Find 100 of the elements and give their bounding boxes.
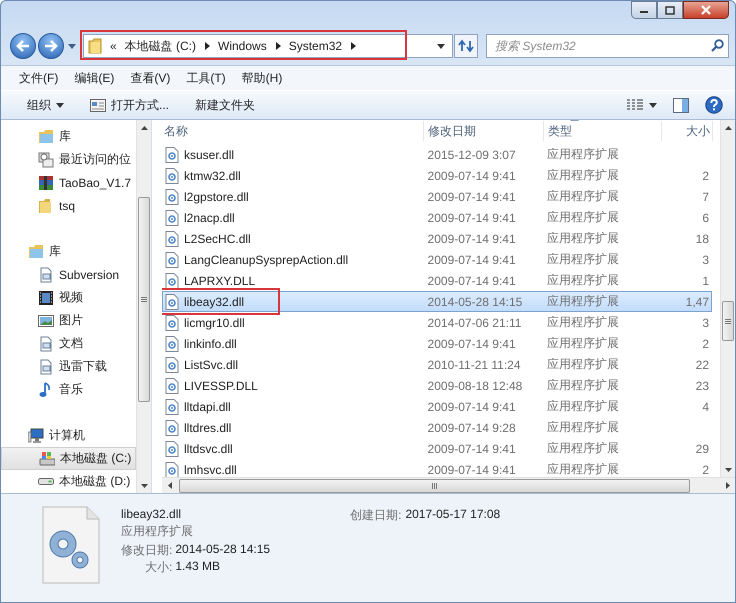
file-size: 3 [701, 316, 710, 330]
file-row[interactable]: libeay32.dll 2014-05-28 14:15 应用程序扩展 1,47 [162, 291, 712, 312]
nav-item[interactable]: 本地磁盘 (D:) [1, 470, 136, 493]
caret-icon [649, 102, 657, 108]
document-icon [38, 266, 54, 282]
help-button[interactable] [703, 94, 725, 116]
file-name: ktmw32.dll [184, 168, 241, 182]
file-type: 应用程序扩展 [546, 293, 620, 310]
file-row[interactable]: lmhsvc.dll 2009-07-14 9:41 应用程序扩展 2 [162, 459, 712, 477]
menu-item[interactable]: 查看(V) [124, 68, 178, 88]
file-name: licmgr10.dll [184, 316, 245, 330]
nav-item[interactable]: 音乐 [1, 378, 136, 401]
file-name: l2gpstore.dll [184, 190, 249, 204]
field-value: 1.43 MB [175, 559, 222, 575]
file-row[interactable]: LAPRXY.DLL 2009-07-14 9:41 应用程序扩展 1 [162, 270, 712, 291]
nav-item[interactable]: TaoBao_V1.7 [1, 171, 136, 194]
nav-item[interactable]: 迅雷下载 [1, 355, 136, 378]
close-button[interactable] [683, 1, 729, 19]
help-icon [705, 96, 723, 114]
file-size: 2 [701, 168, 710, 182]
nav-item[interactable]: 库 [1, 125, 136, 148]
field-label: 修改日期: [121, 542, 172, 559]
scroll-thumb[interactable] [179, 478, 690, 492]
nav-item[interactable]: 图片 [1, 309, 136, 332]
toolbar-button[interactable]: 新建文件夹 [187, 92, 264, 118]
maximize-button[interactable] [657, 1, 683, 19]
file-row[interactable]: lltdsvc.dll 2009-07-14 9:41 应用程序扩展 29 [162, 438, 712, 459]
refresh-button[interactable] [454, 34, 478, 58]
modified-date: 2009-07-14 9:41 [426, 442, 517, 456]
file-size: 4 [701, 400, 710, 414]
minimize-button[interactable] [631, 1, 657, 19]
file-name: LangCleanupSysprepAction.dll [184, 252, 348, 266]
file-row[interactable]: l2nacp.dll 2009-07-14 9:41 应用程序扩展 6 [162, 207, 712, 228]
dll-file-icon [165, 252, 179, 268]
document-icon [38, 336, 54, 352]
file-row[interactable]: LangCleanupSysprepAction.dll 2009-07-14 9:41 应用程序扩展 3 [162, 249, 712, 270]
file-name: LAPRXY.DLL [184, 274, 256, 288]
file-type: 应用程序扩展 [546, 230, 620, 247]
nav-item[interactable]: 最近访问的位 [1, 148, 136, 171]
file-type: 应用程序扩展 [121, 523, 194, 540]
file-size: 1,47 [684, 294, 710, 308]
breadcrumb-item[interactable]: Windows [218, 39, 267, 53]
file-size: 7 [701, 190, 710, 204]
overflow-chevron[interactable]: « [110, 39, 117, 53]
file-row[interactable]: L2SecHC.dll 2009-07-14 9:41 应用程序扩展 18 [162, 228, 712, 249]
file-name: linkinfo.dll [184, 336, 237, 350]
breadcrumb-item[interactable]: 本地磁盘 (C:) [124, 38, 196, 54]
file-row[interactable]: ListSvc.dll 2010-11-21 11:24 应用程序扩展 22 [162, 354, 712, 375]
menu-item[interactable]: 工具(T) [180, 68, 234, 88]
forward-button[interactable] [38, 33, 64, 59]
nav-group-header[interactable]: 计算机 [1, 424, 136, 447]
arrow-icon [205, 42, 210, 50]
nav-item[interactable]: Subversion [1, 263, 136, 286]
vertical-scrollbar[interactable] [136, 120, 151, 493]
file-name: lltdres.dll [184, 420, 232, 434]
file-row[interactable]: lltdapi.dll 2009-07-14 9:41 应用程序扩展 4 [162, 396, 712, 417]
breadcrumb-item[interactable]: System32 [288, 39, 342, 53]
scroll-thumb[interactable] [138, 197, 150, 402]
toolbar-button[interactable]: 组织 [19, 92, 72, 118]
back-button[interactable] [10, 33, 36, 59]
file-row[interactable]: LIVESSP.DLL 2009-08-18 12:48 应用程序扩展 23 [162, 375, 712, 396]
search-field[interactable]: 搜索 System32 [486, 34, 729, 58]
file-type: 应用程序扩展 [546, 356, 620, 373]
dll-file-icon [165, 440, 179, 456]
address-bar[interactable]: « 本地磁盘 (C:) Windows System32 [83, 34, 453, 58]
dll-file-icon [165, 210, 179, 226]
horizontal-scrollbar[interactable] [162, 477, 735, 493]
file-size: 18 [694, 232, 710, 246]
column-header[interactable]: 类型 [544, 121, 662, 141]
file-row[interactable]: lltdres.dll 2009-07-14 9:28 应用程序扩展 [162, 417, 712, 438]
menu-item[interactable]: 编辑(E) [68, 68, 122, 88]
nav-item[interactable]: 视频 [1, 286, 136, 309]
folder-icon [38, 198, 54, 214]
column-header[interactable]: 修改日期 [424, 121, 544, 141]
menu-item[interactable]: 文件(F) [13, 68, 66, 88]
toolbar-button[interactable]: 打开方式... [82, 92, 178, 118]
nav-item[interactable]: 文档 [1, 332, 136, 355]
file-name: libeay32.dll [121, 507, 182, 521]
nav-group-header[interactable]: 库 [1, 240, 136, 263]
vertical-scrollbar[interactable] [720, 120, 735, 477]
nav-item[interactable]: 本地磁盘 (C:) [1, 447, 136, 470]
file-type: 应用程序扩展 [546, 377, 620, 394]
column-header[interactable]: 大小 [662, 121, 713, 141]
file-row[interactable]: licmgr10.dll 2014-07-06 21:11 应用程序扩展 3 [162, 312, 712, 333]
file-row[interactable]: ktmw32.dll 2009-07-14 9:41 应用程序扩展 2 [162, 165, 712, 186]
modified-date: 2009-07-14 9:41 [426, 252, 517, 266]
file-size: 23 [694, 378, 710, 392]
file-name: lltdsvc.dll [184, 442, 233, 456]
file-row[interactable]: linkinfo.dll 2009-07-14 9:41 应用程序扩展 2 [162, 333, 712, 354]
scroll-thumb[interactable] [722, 301, 734, 341]
modified-date: 2009-07-14 9:28 [426, 420, 517, 434]
file-row[interactable]: ksuser.dll 2015-12-09 3:07 应用程序扩展 [162, 144, 712, 165]
modified-date: 2010-11-21 11:24 [426, 358, 522, 372]
right-arrow-icon [726, 482, 730, 489]
nav-item[interactable]: tsq [1, 194, 136, 217]
file-row[interactable]: l2gpstore.dll 2009-07-14 9:41 应用程序扩展 7 [162, 186, 712, 207]
maximize-icon [665, 6, 675, 14]
column-header[interactable]: 名称 [162, 121, 424, 141]
menu-item[interactable]: 帮助(H) [236, 68, 290, 88]
preview-pane-button[interactable] [671, 96, 691, 114]
